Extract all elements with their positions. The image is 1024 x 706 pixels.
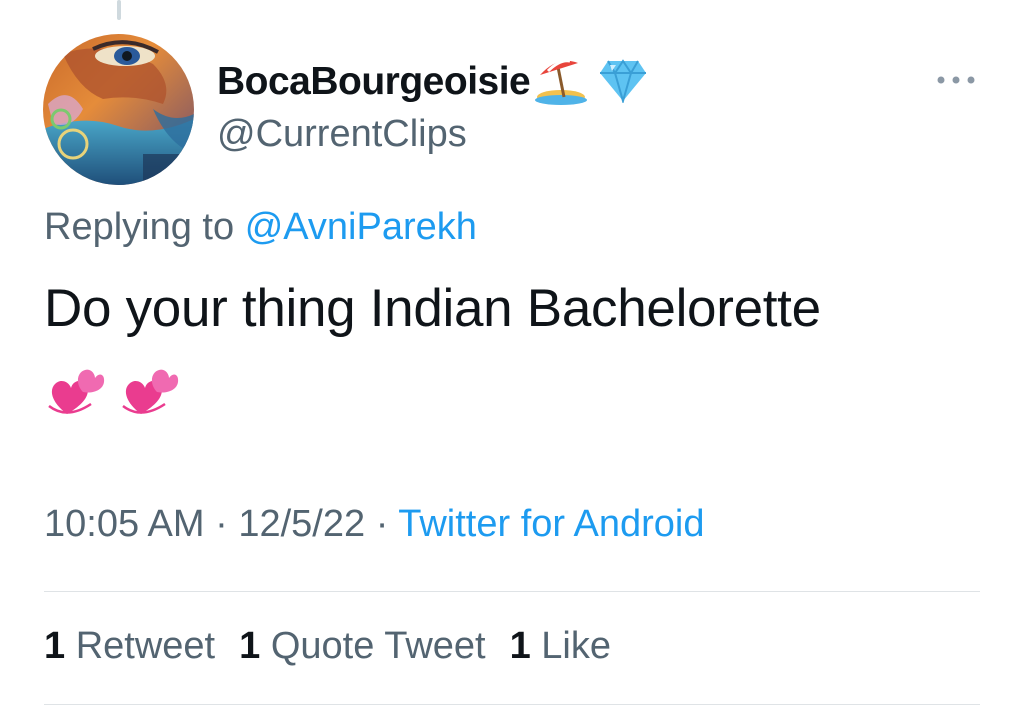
replying-prefix: Replying to — [44, 206, 235, 248]
retweets-count: 1 — [44, 625, 66, 667]
likes-count: 1 — [509, 625, 531, 667]
tweet-time[interactable]: 10:05 AM — [44, 503, 205, 545]
quote-tweets-stat[interactable]: 1 Quote Tweet — [239, 625, 485, 668]
avatar-painting — [43, 34, 194, 185]
meta-separator: · — [375, 503, 389, 545]
more-dots-icon — [937, 76, 975, 84]
beach-umbrella-icon — [534, 55, 588, 110]
meta-separator: · — [215, 503, 228, 545]
replying-to-line: Replying to @AvniParekh — [44, 206, 477, 249]
retweets-stat[interactable]: 1 Retweet — [44, 625, 215, 668]
tweet-metadata: 10:05 AM · 12/5/22 · Twitter for Android — [44, 503, 704, 546]
tweet-text: Do your thing Indian Bachelorette — [44, 279, 821, 338]
two-hearts-icon — [121, 364, 179, 425]
engagement-stats: 1 Retweet 1 Quote Tweet 1 Like — [44, 625, 611, 668]
likes-label: Like — [541, 625, 612, 667]
display-name[interactable]: BocaBourgeoisie — [217, 60, 531, 104]
author-name-row[interactable]: BocaBourgeoisie — [217, 56, 648, 108]
avatar[interactable] — [43, 34, 194, 185]
thread-connector-line — [117, 0, 121, 20]
gem-icon — [598, 57, 648, 108]
tweet-emoji-row — [47, 364, 179, 425]
more-options-button[interactable] — [934, 66, 978, 94]
tweet-source-link[interactable]: Twitter for Android — [398, 503, 704, 545]
reply-mention-link[interactable]: @AvniParekh — [245, 206, 477, 248]
likes-stat[interactable]: 1 Like — [510, 625, 611, 668]
two-hearts-icon — [47, 364, 105, 425]
divider — [44, 704, 980, 705]
author-handle[interactable]: @CurrentClips — [217, 113, 467, 156]
divider — [44, 591, 980, 592]
quote-tweets-label: Quote Tweet — [270, 625, 486, 667]
retweets-label: Retweet — [75, 625, 216, 667]
quote-tweets-count: 1 — [239, 625, 261, 667]
tweet-date[interactable]: 12/5/22 — [238, 503, 365, 545]
